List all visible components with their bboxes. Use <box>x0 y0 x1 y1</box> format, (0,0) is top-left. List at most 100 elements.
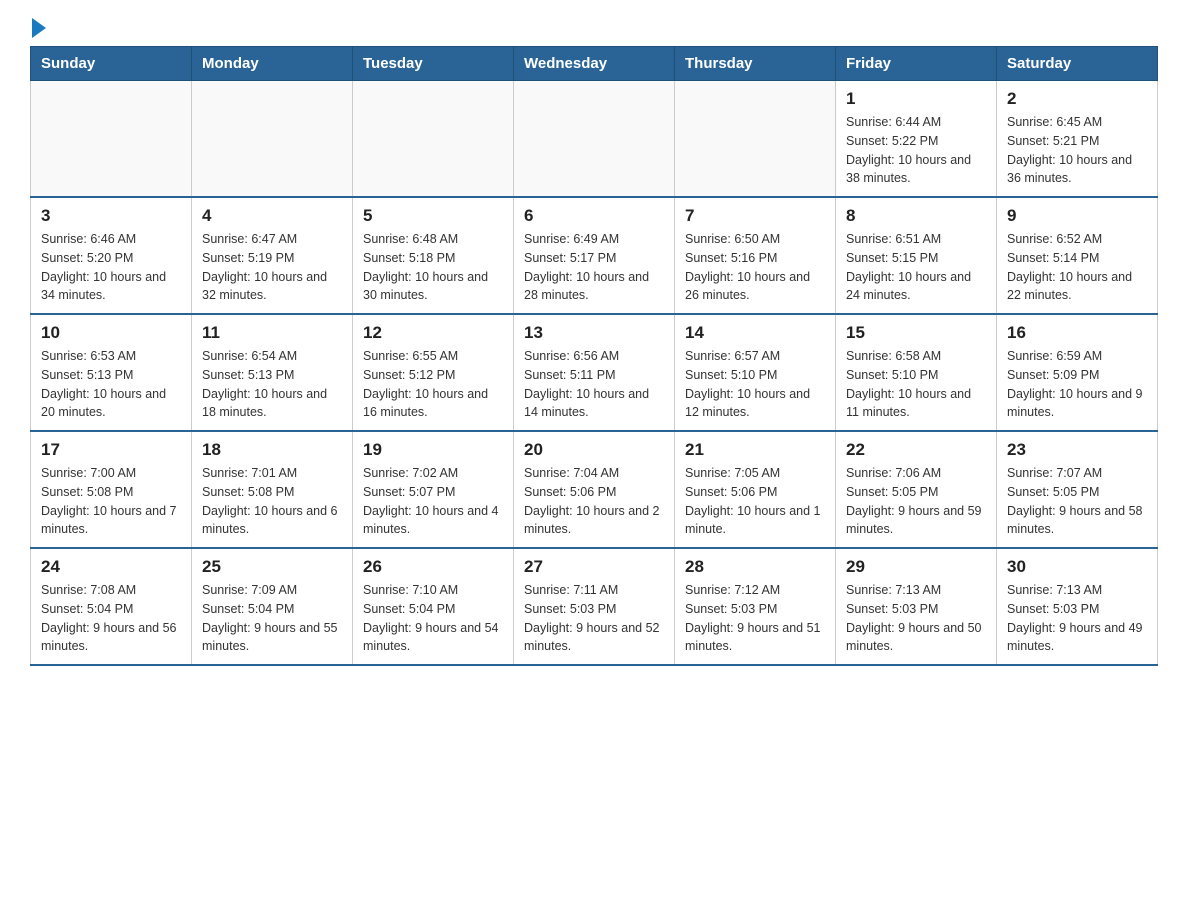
day-number: 15 <box>846 323 986 343</box>
day-info: Sunrise: 6:50 AM Sunset: 5:16 PM Dayligh… <box>685 230 825 305</box>
day-number: 17 <box>41 440 181 460</box>
day-number: 10 <box>41 323 181 343</box>
calendar-cell: 5 Sunrise: 6:48 AM Sunset: 5:18 PM Daylig… <box>353 197 514 314</box>
calendar-cell: 24 Sunrise: 7:08 AM Sunset: 5:04 PM Dayli… <box>31 548 192 665</box>
calendar-cell: 22 Sunrise: 7:06 AM Sunset: 5:05 PM Dayli… <box>836 431 997 548</box>
day-info: Sunrise: 6:45 AM Sunset: 5:21 PM Dayligh… <box>1007 113 1147 188</box>
day-info: Sunrise: 7:05 AM Sunset: 5:06 PM Dayligh… <box>685 464 825 539</box>
calendar-cell: 11 Sunrise: 6:54 AM Sunset: 5:13 PM Dayli… <box>192 314 353 431</box>
calendar-cell: 23Sunrise: 7:07 AM Sunset: 5:05 PM Dayli… <box>997 431 1158 548</box>
calendar-cell: 25Sunrise: 7:09 AM Sunset: 5:04 PM Dayli… <box>192 548 353 665</box>
calendar-header: SundayMondayTuesdayWednesdayThursdayFrid… <box>31 47 1158 81</box>
day-info: Sunrise: 6:58 AM Sunset: 5:10 PM Dayligh… <box>846 347 986 422</box>
day-number: 13 <box>524 323 664 343</box>
day-info: Sunrise: 6:47 AM Sunset: 5:19 PM Dayligh… <box>202 230 342 305</box>
calendar-cell: 28 Sunrise: 7:12 AM Sunset: 5:03 PM Dayli… <box>675 548 836 665</box>
day-number: 19 <box>363 440 503 460</box>
day-number: 24 <box>41 557 181 577</box>
calendar-table: SundayMondayTuesdayWednesdayThursdayFrid… <box>30 46 1158 666</box>
day-header-monday: Monday <box>192 47 353 81</box>
day-info: Sunrise: 6:49 AM Sunset: 5:17 PM Dayligh… <box>524 230 664 305</box>
day-info: Sunrise: 6:54 AM Sunset: 5:13 PM Dayligh… <box>202 347 342 422</box>
calendar-cell <box>675 81 836 198</box>
week-row-5: 24 Sunrise: 7:08 AM Sunset: 5:04 PM Dayli… <box>31 548 1158 665</box>
day-number: 9 <box>1007 206 1147 226</box>
logo <box>30 20 46 36</box>
day-number: 29 <box>846 557 986 577</box>
calendar-cell: 6 Sunrise: 6:49 AM Sunset: 5:17 PM Daylig… <box>514 197 675 314</box>
calendar-cell <box>353 81 514 198</box>
day-number: 30 <box>1007 557 1147 577</box>
day-info: Sunrise: 7:04 AM Sunset: 5:06 PM Dayligh… <box>524 464 664 539</box>
day-info: Sunrise: 7:01 AM Sunset: 5:08 PM Dayligh… <box>202 464 342 539</box>
day-number: 22 <box>846 440 986 460</box>
calendar-cell: 21 Sunrise: 7:05 AM Sunset: 5:06 PM Dayli… <box>675 431 836 548</box>
calendar-cell: 27 Sunrise: 7:11 AM Sunset: 5:03 PM Dayli… <box>514 548 675 665</box>
day-number: 8 <box>846 206 986 226</box>
day-info: Sunrise: 7:09 AM Sunset: 5:04 PM Dayligh… <box>202 581 342 656</box>
day-info: Sunrise: 7:12 AM Sunset: 5:03 PM Dayligh… <box>685 581 825 656</box>
calendar-cell: 14Sunrise: 6:57 AM Sunset: 5:10 PM Dayli… <box>675 314 836 431</box>
day-header-tuesday: Tuesday <box>353 47 514 81</box>
day-number: 1 <box>846 89 986 109</box>
day-number: 5 <box>363 206 503 226</box>
day-info: Sunrise: 7:02 AM Sunset: 5:07 PM Dayligh… <box>363 464 503 539</box>
day-info: Sunrise: 7:10 AM Sunset: 5:04 PM Dayligh… <box>363 581 503 656</box>
day-number: 16 <box>1007 323 1147 343</box>
calendar-cell: 18Sunrise: 7:01 AM Sunset: 5:08 PM Dayli… <box>192 431 353 548</box>
day-number: 11 <box>202 323 342 343</box>
calendar-cell: 29 Sunrise: 7:13 AM Sunset: 5:03 PM Dayli… <box>836 548 997 665</box>
week-row-3: 10 Sunrise: 6:53 AM Sunset: 5:13 PM Dayli… <box>31 314 1158 431</box>
week-row-2: 3 Sunrise: 6:46 AM Sunset: 5:20 PM Daylig… <box>31 197 1158 314</box>
day-header-saturday: Saturday <box>997 47 1158 81</box>
day-header-thursday: Thursday <box>675 47 836 81</box>
day-info: Sunrise: 6:52 AM Sunset: 5:14 PM Dayligh… <box>1007 230 1147 305</box>
calendar-body: 1 Sunrise: 6:44 AM Sunset: 5:22 PM Daylig… <box>31 81 1158 666</box>
calendar-cell <box>514 81 675 198</box>
day-info: Sunrise: 6:55 AM Sunset: 5:12 PM Dayligh… <box>363 347 503 422</box>
day-info: Sunrise: 6:57 AM Sunset: 5:10 PM Dayligh… <box>685 347 825 422</box>
day-info: Sunrise: 6:56 AM Sunset: 5:11 PM Dayligh… <box>524 347 664 422</box>
calendar-cell: 19 Sunrise: 7:02 AM Sunset: 5:07 PM Dayli… <box>353 431 514 548</box>
day-number: 3 <box>41 206 181 226</box>
day-info: Sunrise: 7:13 AM Sunset: 5:03 PM Dayligh… <box>846 581 986 656</box>
calendar-cell: 7Sunrise: 6:50 AM Sunset: 5:16 PM Daylig… <box>675 197 836 314</box>
calendar-cell <box>192 81 353 198</box>
day-info: Sunrise: 6:53 AM Sunset: 5:13 PM Dayligh… <box>41 347 181 422</box>
day-info: Sunrise: 6:48 AM Sunset: 5:18 PM Dayligh… <box>363 230 503 305</box>
calendar-cell: 26Sunrise: 7:10 AM Sunset: 5:04 PM Dayli… <box>353 548 514 665</box>
calendar-cell: 17Sunrise: 7:00 AM Sunset: 5:08 PM Dayli… <box>31 431 192 548</box>
day-info: Sunrise: 6:44 AM Sunset: 5:22 PM Dayligh… <box>846 113 986 188</box>
day-number: 23 <box>1007 440 1147 460</box>
week-row-4: 17Sunrise: 7:00 AM Sunset: 5:08 PM Dayli… <box>31 431 1158 548</box>
calendar-cell: 4Sunrise: 6:47 AM Sunset: 5:19 PM Daylig… <box>192 197 353 314</box>
calendar-cell: 20 Sunrise: 7:04 AM Sunset: 5:06 PM Dayli… <box>514 431 675 548</box>
day-number: 27 <box>524 557 664 577</box>
day-info: Sunrise: 7:08 AM Sunset: 5:04 PM Dayligh… <box>41 581 181 656</box>
calendar-cell: 9 Sunrise: 6:52 AM Sunset: 5:14 PM Daylig… <box>997 197 1158 314</box>
calendar-cell: 10 Sunrise: 6:53 AM Sunset: 5:13 PM Dayli… <box>31 314 192 431</box>
day-number: 21 <box>685 440 825 460</box>
calendar-cell: 2Sunrise: 6:45 AM Sunset: 5:21 PM Daylig… <box>997 81 1158 198</box>
calendar-cell: 30 Sunrise: 7:13 AM Sunset: 5:03 PM Dayli… <box>997 548 1158 665</box>
day-info: Sunrise: 6:59 AM Sunset: 5:09 PM Dayligh… <box>1007 347 1147 422</box>
calendar-cell: 13 Sunrise: 6:56 AM Sunset: 5:11 PM Dayli… <box>514 314 675 431</box>
day-number: 28 <box>685 557 825 577</box>
day-number: 6 <box>524 206 664 226</box>
calendar-cell: 12 Sunrise: 6:55 AM Sunset: 5:12 PM Dayli… <box>353 314 514 431</box>
page-header <box>30 20 1158 36</box>
day-info: Sunrise: 7:06 AM Sunset: 5:05 PM Dayligh… <box>846 464 986 539</box>
day-header-friday: Friday <box>836 47 997 81</box>
day-header-wednesday: Wednesday <box>514 47 675 81</box>
day-number: 20 <box>524 440 664 460</box>
calendar-cell <box>31 81 192 198</box>
day-info: Sunrise: 7:11 AM Sunset: 5:03 PM Dayligh… <box>524 581 664 656</box>
calendar-cell: 15 Sunrise: 6:58 AM Sunset: 5:10 PM Dayli… <box>836 314 997 431</box>
day-number: 12 <box>363 323 503 343</box>
day-info: Sunrise: 6:46 AM Sunset: 5:20 PM Dayligh… <box>41 230 181 305</box>
day-info: Sunrise: 7:13 AM Sunset: 5:03 PM Dayligh… <box>1007 581 1147 656</box>
logo-arrow-icon <box>32 18 46 38</box>
calendar-cell: 8Sunrise: 6:51 AM Sunset: 5:15 PM Daylig… <box>836 197 997 314</box>
calendar-cell: 3 Sunrise: 6:46 AM Sunset: 5:20 PM Daylig… <box>31 197 192 314</box>
calendar-cell: 1 Sunrise: 6:44 AM Sunset: 5:22 PM Daylig… <box>836 81 997 198</box>
